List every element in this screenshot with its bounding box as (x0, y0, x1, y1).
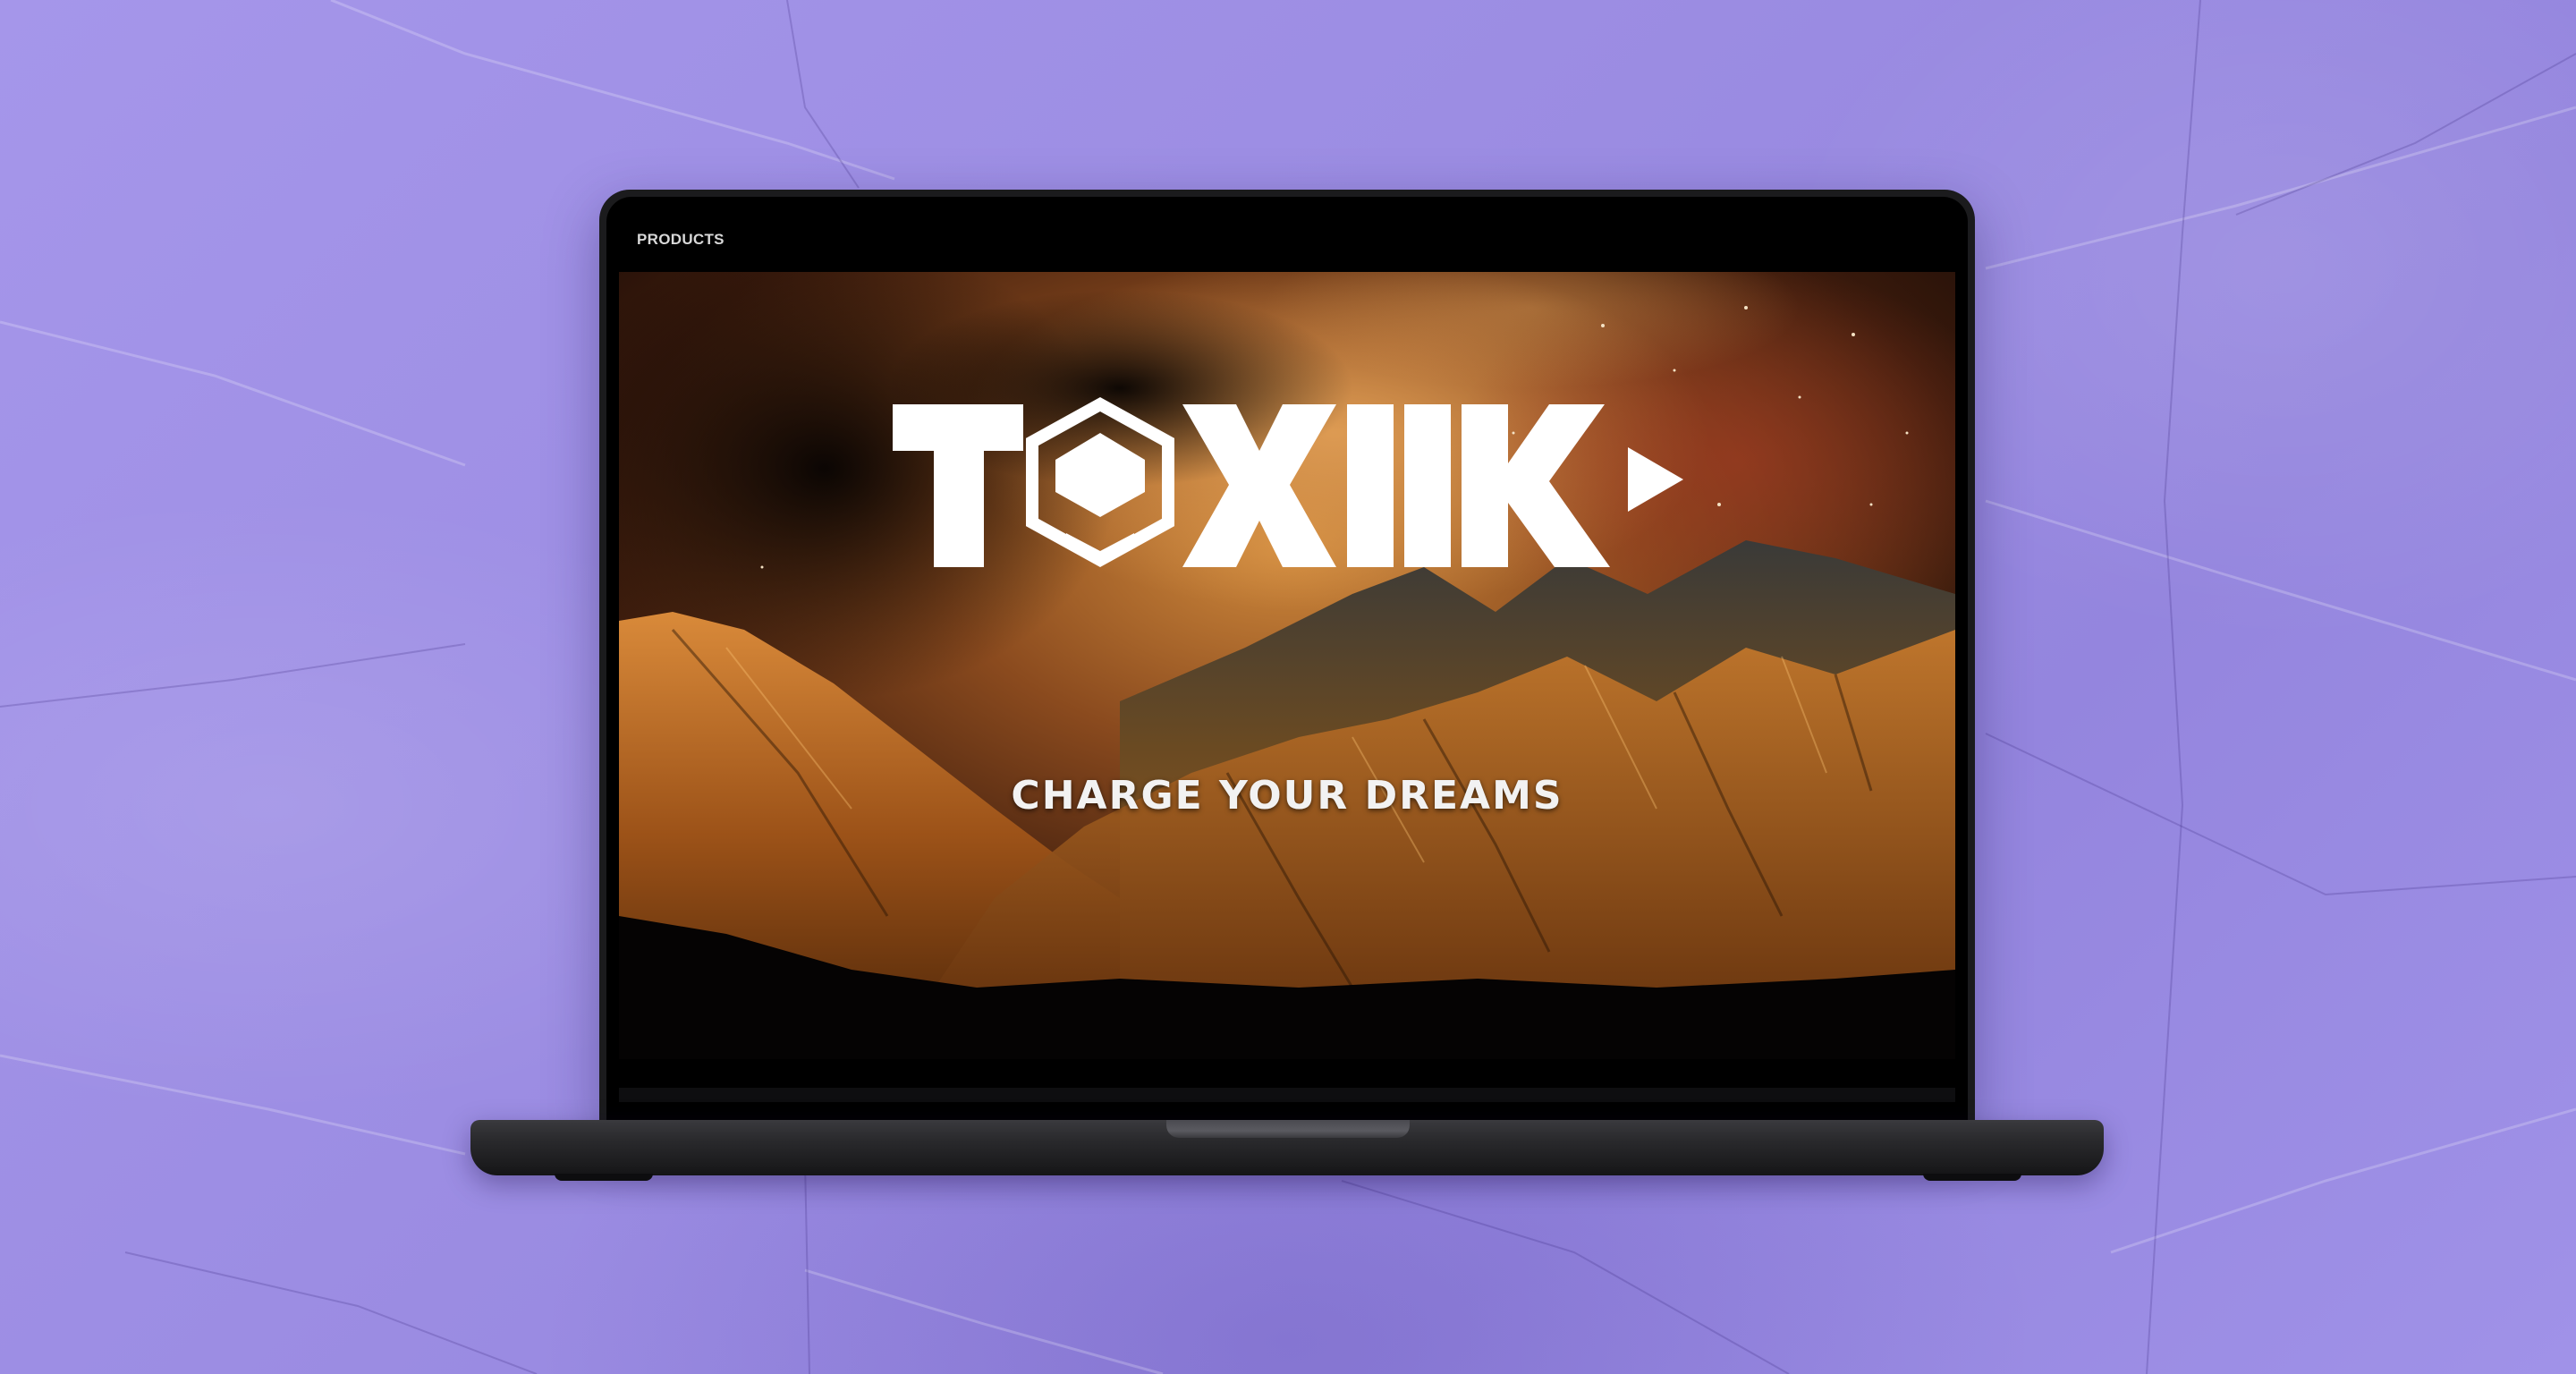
laptop-screen: PRODUCTS CHARGE YOUR DREAMS (619, 208, 1955, 1102)
hero-section: CHARGE YOUR DREAMS (619, 272, 1955, 1059)
hero-background-scene (619, 272, 1955, 1059)
laptop-foot-left (555, 1174, 653, 1181)
laptop-foot-right (1923, 1174, 2021, 1181)
screen-bottom-strip (619, 1088, 1955, 1102)
laptop-opening-notch (1166, 1120, 1410, 1138)
hero-tagline: CHARGE YOUR DREAMS (1011, 773, 1563, 818)
products-nav-link[interactable]: PRODUCTS (637, 231, 724, 249)
